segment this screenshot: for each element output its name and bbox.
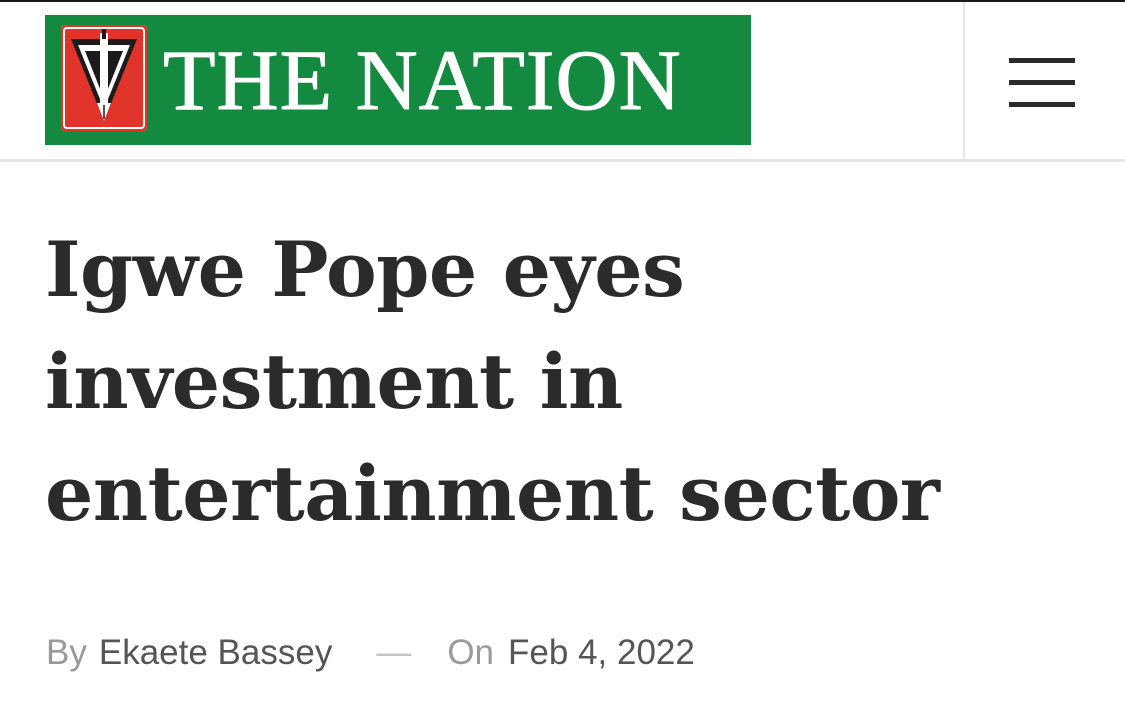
site-header: THE NATION	[0, 2, 1125, 162]
menu-bar	[1009, 57, 1075, 63]
by-label: By	[46, 633, 87, 672]
article-headline: Igwe Pope eyes investment in entertainme…	[45, 225, 940, 538]
menu-bar	[1009, 79, 1075, 85]
article-byline: By Ekaete Bassey — On Feb 4, 2022	[46, 628, 695, 678]
pen-emblem-icon	[61, 25, 147, 131]
author-link[interactable]: Ekaete Bassey	[99, 633, 332, 673]
hamburger-menu-icon[interactable]	[1000, 42, 1084, 122]
byline-separator: —	[376, 633, 412, 672]
logo-wordmark: THE NATION	[163, 32, 682, 129]
site-logo[interactable]: THE NATION	[45, 15, 751, 145]
on-label: On	[447, 633, 495, 672]
menu-bar	[1009, 101, 1075, 107]
header-divider	[963, 2, 965, 162]
publish-date: Feb 4, 2022	[508, 633, 695, 672]
